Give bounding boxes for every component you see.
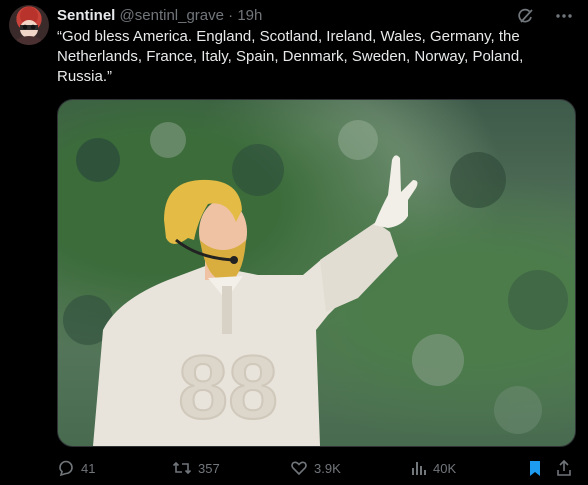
- tweet-image[interactable]: 88: [57, 99, 576, 447]
- tweet-header: Sentinel @sentinl_grave · 19h: [57, 6, 262, 25]
- bookmark-icon: [530, 461, 540, 476]
- tweet-top-actions: [516, 6, 574, 26]
- like-icon: [291, 461, 307, 476]
- views-icon: [412, 462, 426, 475]
- jersey-number: 88: [178, 338, 278, 438]
- views-button[interactable]: 40K: [409, 459, 456, 477]
- views-count: 40K: [433, 460, 457, 476]
- reply-count: 41: [81, 460, 96, 476]
- tweet-text: “God bless America. England, Scotland, I…: [57, 28, 524, 85]
- like-button[interactable]: 3.9K: [290, 459, 341, 477]
- bookmark-button[interactable]: [527, 459, 543, 477]
- separator-dot: ·: [228, 7, 234, 24]
- grok-icon[interactable]: [516, 6, 536, 26]
- share-icon: [557, 459, 571, 476]
- reply-button[interactable]: 41: [57, 459, 95, 477]
- timestamp[interactable]: 19h: [237, 7, 262, 24]
- reply-icon: [59, 460, 73, 477]
- tweet-actions-bar: 41 357 3.9K 40K: [57, 455, 573, 481]
- avatar[interactable]: [9, 5, 49, 45]
- author-name[interactable]: Sentinel: [57, 7, 115, 24]
- repost-count: 357: [198, 460, 220, 476]
- author-handle[interactable]: @sentinl_grave: [120, 7, 224, 24]
- more-icon[interactable]: [554, 6, 574, 26]
- share-button[interactable]: [555, 459, 573, 477]
- like-count: 3.9K: [314, 460, 341, 476]
- repost-button[interactable]: 357: [172, 459, 220, 477]
- repost-icon: [172, 461, 192, 475]
